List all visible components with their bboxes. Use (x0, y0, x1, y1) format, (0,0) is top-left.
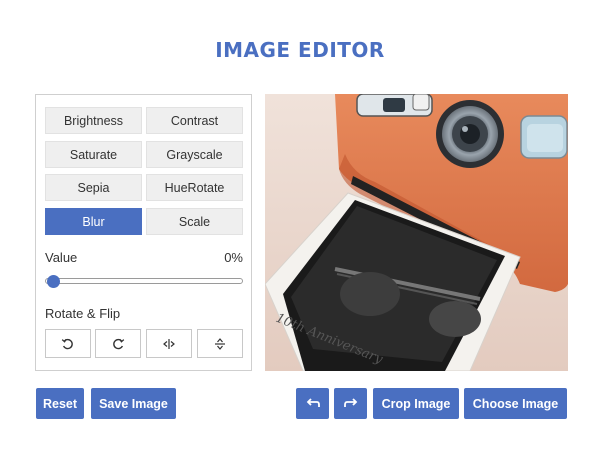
rotate-flip-label: Rotate & Flip (45, 306, 121, 321)
slider-track[interactable] (45, 278, 243, 284)
rotate-left-icon (61, 338, 73, 349)
slider-thumb[interactable] (47, 275, 60, 288)
rotate-right-button[interactable] (95, 329, 141, 358)
redo-icon (343, 397, 357, 407)
value-percent: 0% (224, 250, 243, 265)
filter-sepia-button[interactable]: Sepia (45, 174, 142, 201)
rotate-flip-buttons (45, 329, 243, 358)
undo-button[interactable] (296, 388, 329, 419)
filter-scale-button[interactable]: Scale (146, 208, 243, 235)
filter-saturate-button[interactable]: Saturate (45, 141, 142, 168)
preview-image: 10th Anniversary (265, 94, 568, 371)
filter-blur-button[interactable]: Blur (45, 208, 142, 235)
save-image-button[interactable]: Save Image (91, 388, 176, 419)
value-slider[interactable] (45, 275, 243, 288)
rotate-right-icon (113, 338, 125, 349)
undo-icon (306, 397, 320, 407)
filter-contrast-button[interactable]: Contrast (146, 107, 243, 134)
value-label: Value (45, 250, 78, 265)
page-title: IMAGE EDITOR (215, 38, 385, 62)
choose-image-button[interactable]: Choose Image (464, 388, 567, 419)
redo-button[interactable] (334, 388, 367, 419)
flip-vertical-icon (215, 337, 225, 350)
controls-panel: Brightness Contrast Saturate Grayscale S… (35, 94, 252, 371)
flip-horizontal-button[interactable] (146, 329, 192, 358)
crop-image-button[interactable]: Crop Image (373, 388, 459, 419)
filter-brightness-button[interactable]: Brightness (45, 107, 142, 134)
filter-huerotate-button[interactable]: HueRotate (146, 174, 243, 201)
image-preview: 10th Anniversary (265, 94, 568, 371)
rotate-left-button[interactable] (45, 329, 91, 358)
flip-horizontal-icon (163, 338, 175, 349)
reset-button[interactable]: Reset (36, 388, 84, 419)
filter-grayscale-button[interactable]: Grayscale (146, 141, 243, 168)
flip-vertical-button[interactable] (197, 329, 243, 358)
